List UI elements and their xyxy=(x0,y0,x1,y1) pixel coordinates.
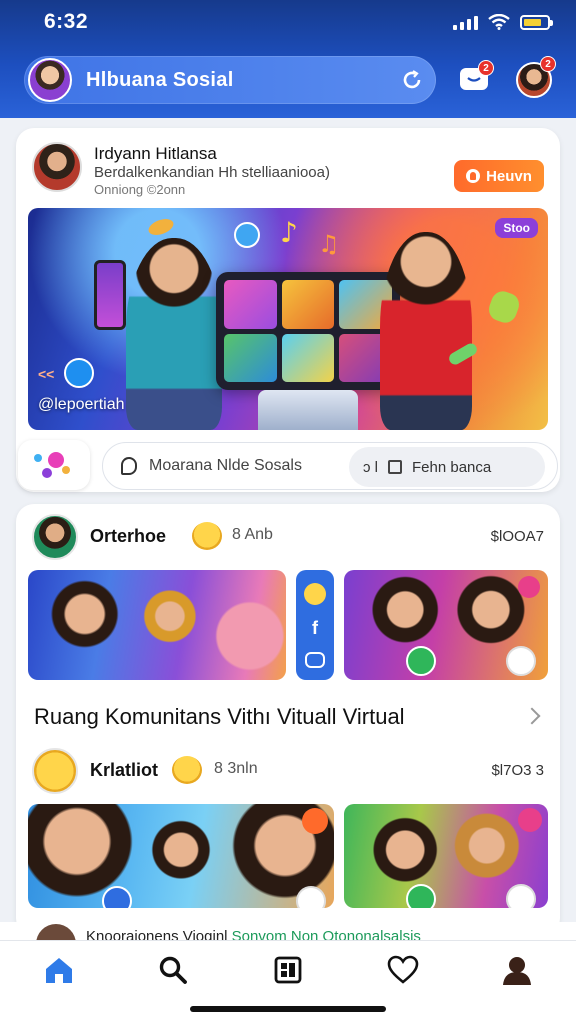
app-title: Hlbuana Sosial xyxy=(86,68,234,91)
status-time: 6:32 xyxy=(44,10,89,33)
filter-chip[interactable]: ↄ l Fehn banca xyxy=(349,447,545,487)
featured-post-card[interactable]: Irdyann Hitlansa Berdalkenkandian Hh ste… xyxy=(16,128,560,492)
share-strip: f xyxy=(296,570,334,680)
post-header: Irdyann Hitlansa Berdalkenkandian Hh ste… xyxy=(32,142,544,197)
follow-button[interactable]: Heuvn xyxy=(454,160,544,192)
post-timestamp: Onniong ©2onn xyxy=(94,182,186,197)
messages-button[interactable]: 2 xyxy=(460,60,494,92)
tablet-prop xyxy=(216,272,400,390)
music-badge-icon xyxy=(302,808,328,834)
chat-bubble-icon xyxy=(234,222,260,248)
share-badge-icon xyxy=(296,886,326,908)
row-name[interactable]: Orterhoe xyxy=(90,526,166,547)
profile-badge: 2 xyxy=(540,56,556,72)
user-avatar[interactable]: 2 xyxy=(516,56,556,98)
hero-tag: Stoo xyxy=(495,218,538,238)
nav-home[interactable] xyxy=(42,953,76,987)
comment-search-field[interactable]: Moarana Nlde Sosals ↄ l Fehn banca xyxy=(102,442,558,490)
back-arrows-icon: << xyxy=(38,366,55,382)
share-badge-icon xyxy=(506,884,536,908)
tablet-stand xyxy=(258,390,358,430)
home-icon xyxy=(46,958,72,983)
status-bar: 6:32 xyxy=(0,0,576,44)
community-thumbnail[interactable] xyxy=(344,804,548,908)
paint-blob-icon xyxy=(34,454,42,462)
section-title[interactable]: Ruang Komunitans Vithı Vituall Virtual xyxy=(34,704,405,730)
community-row-header: Krlatliot 8 3nln $l7O3 3 xyxy=(32,748,544,796)
confetti-icon xyxy=(146,215,176,239)
nav-search[interactable] xyxy=(156,953,190,987)
confetti-icon xyxy=(485,288,523,326)
row-meta: 8 3nln xyxy=(214,760,258,777)
facebook-icon[interactable]: f xyxy=(312,618,318,639)
header-row: Hlbuana Sosial 2 2 xyxy=(0,50,576,110)
emoji-icon xyxy=(192,522,222,550)
hero-image[interactable]: ♪ ♫ Stoo << @lepoertiah xyxy=(28,208,548,430)
search-icon xyxy=(159,956,187,984)
wifi-icon xyxy=(488,14,510,30)
paint-blob-icon xyxy=(42,468,52,478)
top-app-bar: 6:32 Hlbuana Sosial 2 2 xyxy=(0,0,576,118)
share-badge-icon xyxy=(506,646,536,676)
message-icon[interactable] xyxy=(305,651,325,668)
filter-prefix: ↄ l xyxy=(363,458,378,476)
author-avatar[interactable] xyxy=(32,142,82,192)
battery-icon xyxy=(520,14,553,30)
paint-blob-icon xyxy=(48,452,64,468)
verified-badge-icon xyxy=(64,358,94,388)
community-thumbnail[interactable] xyxy=(344,570,548,680)
emoji-icon xyxy=(172,756,202,784)
music-badge-icon xyxy=(518,808,542,832)
refresh-icon xyxy=(403,70,421,89)
row-count: $lOOA7 xyxy=(490,528,544,545)
feed-icon xyxy=(274,956,302,984)
hero-handle[interactable]: @lepoertiah xyxy=(38,396,125,414)
music-badge-icon xyxy=(518,576,540,598)
nav-profile[interactable] xyxy=(500,953,534,987)
community-row-header: Orterhoe 8 Anb $lOOA7 xyxy=(32,514,544,562)
music-note-icon: ♪ xyxy=(280,216,298,249)
phone-prop xyxy=(94,260,126,330)
app-title-bar[interactable]: Hlbuana Sosial xyxy=(24,56,436,104)
flame-icon xyxy=(466,169,481,183)
follow-label: Heuvn xyxy=(486,167,532,185)
hero-person-right xyxy=(380,232,472,430)
comment-icon xyxy=(121,457,137,475)
nav-feed[interactable] xyxy=(271,953,305,987)
home-indicator[interactable] xyxy=(190,1006,386,1012)
author-subtitle: Berdalkenkandian Hh stelliaaniooa) xyxy=(94,164,330,181)
refresh-button[interactable] xyxy=(400,68,424,92)
heart-icon xyxy=(387,955,419,984)
community-card: Orterhoe 8 Anb $lOOA7 f Ruang Komunitans… xyxy=(16,504,560,936)
author-name[interactable]: Irdyann Hitlansa xyxy=(94,144,217,164)
play-badge-icon xyxy=(102,886,132,908)
row-avatar[interactable] xyxy=(32,514,78,560)
filter-label: Fehn banca xyxy=(412,458,492,476)
row-meta: 8 Anb xyxy=(232,526,273,543)
post-action-row: Moarana Nlde Sosals ↄ l Fehn banca xyxy=(16,436,560,492)
nav-favorites[interactable] xyxy=(386,953,420,987)
profile-avatar[interactable] xyxy=(28,58,72,102)
music-note-icon: ♫ xyxy=(318,230,340,258)
community-thumbnail[interactable] xyxy=(28,570,286,680)
row-avatar[interactable] xyxy=(32,748,78,794)
play-badge-icon xyxy=(406,646,436,676)
emoji-share-icon[interactable] xyxy=(304,582,326,605)
row-count: $l7O3 3 xyxy=(491,762,544,779)
checkbox-icon[interactable] xyxy=(388,460,402,474)
community-thumbnail[interactable] xyxy=(28,804,334,908)
chevron-right-icon[interactable] xyxy=(523,707,541,725)
play-badge-icon xyxy=(406,884,436,908)
reaction-button[interactable] xyxy=(18,440,90,490)
status-icons xyxy=(453,14,553,30)
hero-person-left xyxy=(126,238,222,430)
row-name[interactable]: Krlatliot xyxy=(90,760,158,781)
paint-blob-icon xyxy=(62,466,70,474)
signal-icon xyxy=(453,14,478,30)
message-badge: 2 xyxy=(478,60,494,76)
profile-icon xyxy=(503,957,531,985)
comment-search-placeholder: Moarana Nlde Sosals xyxy=(149,457,302,474)
